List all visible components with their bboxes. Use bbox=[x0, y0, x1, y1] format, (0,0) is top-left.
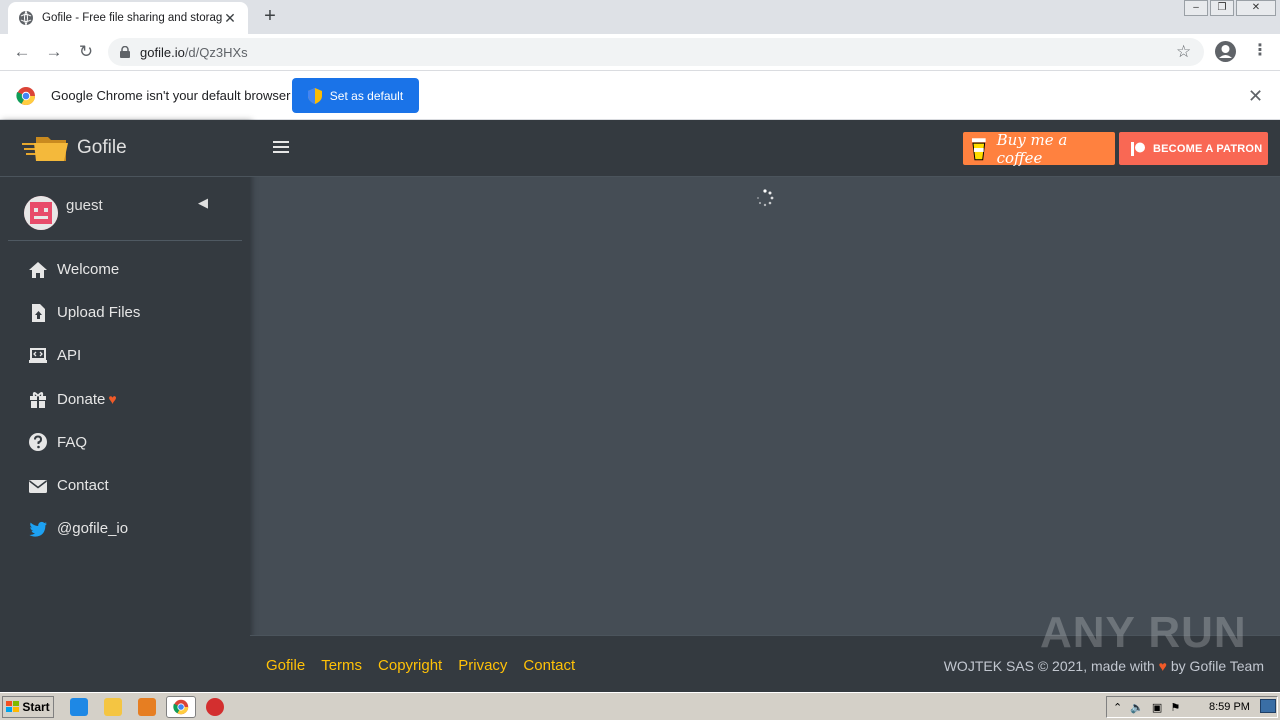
close-window-icon[interactable]: ✕ bbox=[1236, 0, 1276, 16]
loading-spinner-icon bbox=[757, 189, 774, 207]
network-icon[interactable]: ▣ bbox=[1152, 701, 1162, 714]
windows-logo-icon bbox=[6, 701, 20, 712]
address-bar[interactable]: gofile.io/d/Qz3HXs bbox=[108, 38, 1204, 66]
sidebar-item-label: FAQ bbox=[57, 433, 88, 451]
sidebar: Gofile guest ◀ Welcome Upload Files API bbox=[0, 120, 250, 692]
internet-explorer-icon[interactable] bbox=[70, 698, 88, 716]
username: guest bbox=[66, 197, 103, 214]
sidebar-item-api[interactable]: API bbox=[0, 334, 250, 377]
sidebar-item-twitter[interactable]: @gofile_io bbox=[0, 507, 250, 550]
sidebar-item-faq[interactable]: FAQ bbox=[0, 421, 250, 464]
footer-copyright: WOJTEK SAS © 2021, made with ♥ by Gofile… bbox=[944, 658, 1264, 674]
taskbar-clock: 8:59 PM bbox=[1209, 701, 1250, 713]
back-icon[interactable]: ← bbox=[12, 42, 32, 62]
set-default-button[interactable]: Set as default bbox=[292, 78, 419, 113]
laptop-code-icon bbox=[29, 347, 47, 363]
become-a-patron-button[interactable]: BECOME A PATRON bbox=[1119, 132, 1268, 165]
chrome-logo-icon bbox=[16, 87, 35, 106]
heart-icon: ♥ bbox=[1158, 658, 1167, 674]
window-controls: – ❐ ✕ bbox=[1182, 0, 1276, 18]
file-upload-icon bbox=[32, 303, 45, 322]
lock-icon bbox=[120, 46, 130, 58]
browser-toolbar: ← → ↻ gofile.io/d/Qz3HXs ☆ ⋮ bbox=[0, 34, 1280, 71]
footer-link-contact[interactable]: Contact bbox=[523, 657, 575, 674]
gofile-logo-icon bbox=[22, 137, 68, 161]
infobar-message: Google Chrome isn't your default browser bbox=[51, 88, 291, 103]
file-explorer-icon[interactable] bbox=[104, 698, 122, 716]
sidebar-item-label: Contact bbox=[57, 477, 109, 495]
tray-expand-icon[interactable]: ⌃ bbox=[1113, 701, 1122, 714]
minimize-icon[interactable]: – bbox=[1184, 0, 1208, 16]
anyrun-watermark: ANY RUN bbox=[1040, 608, 1247, 657]
hamburger-menu-icon[interactable] bbox=[273, 139, 289, 155]
footer-link-copyright[interactable]: Copyright bbox=[378, 657, 442, 674]
copyright-suffix: by Gofile Team bbox=[1170, 658, 1264, 674]
sidebar-nav: Welcome Upload Files API Donate ♥ FAQ Co… bbox=[0, 248, 250, 550]
flag-icon[interactable]: ⚑ bbox=[1170, 701, 1180, 714]
coffee-cup-icon bbox=[971, 137, 986, 160]
sidebar-item-upload[interactable]: Upload Files bbox=[0, 291, 250, 334]
copyright-prefix: WOJTEK SAS © 2021, made with bbox=[943, 658, 1155, 674]
sidebar-item-label: Donate bbox=[57, 390, 106, 408]
patreon-logo-icon bbox=[1131, 141, 1145, 156]
menu-kebab-icon[interactable]: ⋮ bbox=[1252, 40, 1268, 60]
url-path: /d/Qz3HXs bbox=[184, 44, 248, 60]
windows-taskbar: Start ⌃ 🔈 ▣ ⚑ 8:59 PM bbox=[0, 692, 1280, 720]
sidebar-item-welcome[interactable]: Welcome bbox=[0, 248, 250, 291]
browser-tabstrip: Gofile - Free file sharing and storage ✕… bbox=[0, 0, 1280, 34]
sidebar-item-donate[interactable]: Donate ♥ bbox=[0, 378, 250, 421]
gift-icon bbox=[30, 392, 46, 409]
buy-me-a-coffee-button[interactable]: Buy me a coffee bbox=[963, 130, 1115, 167]
collapse-chevron-icon[interactable]: ◀ bbox=[198, 195, 208, 211]
forward-icon[interactable]: → bbox=[44, 42, 64, 62]
set-default-label: Set as default bbox=[329, 88, 404, 103]
new-tab-icon[interactable]: + bbox=[260, 6, 280, 26]
sidebar-item-contact[interactable]: Contact bbox=[0, 464, 250, 507]
close-tab-icon[interactable]: ✕ bbox=[222, 10, 238, 27]
avatar[interactable] bbox=[24, 196, 58, 230]
home-icon bbox=[29, 261, 47, 278]
bookmark-star-icon[interactable]: ☆ bbox=[1176, 42, 1191, 62]
sidebar-item-label: Upload Files bbox=[57, 304, 141, 322]
become-a-patron-label: BECOME A PATRON bbox=[1153, 142, 1263, 155]
infobar-close-icon[interactable]: ✕ bbox=[1248, 86, 1263, 107]
start-label: Start bbox=[22, 700, 50, 714]
buy-me-a-coffee-label: Buy me a coffee bbox=[996, 130, 1068, 167]
main-content bbox=[250, 177, 1280, 635]
brand[interactable]: Gofile bbox=[0, 120, 250, 177]
question-circle-icon bbox=[29, 433, 47, 452]
gofile-app: Gofile guest ◀ Welcome Upload Files API bbox=[0, 120, 1280, 692]
footer-link-privacy[interactable]: Privacy bbox=[458, 657, 507, 674]
start-button[interactable]: Start bbox=[2, 696, 54, 718]
sidebar-item-label: API bbox=[57, 347, 82, 365]
brand-name: Gofile bbox=[77, 137, 127, 158]
media-player-icon[interactable] bbox=[138, 698, 156, 716]
system-tray: ⌃ 🔈 ▣ ⚑ bbox=[1106, 696, 1278, 718]
footer-link-gofile[interactable]: Gofile bbox=[266, 657, 305, 674]
default-browser-infobar: Google Chrome isn't your default browser… bbox=[0, 72, 1280, 120]
user-panel: guest ◀ bbox=[8, 177, 242, 241]
twitter-icon bbox=[29, 521, 47, 537]
heart-icon: ♥ bbox=[108, 391, 117, 408]
show-desktop-icon[interactable] bbox=[1260, 699, 1276, 713]
url-host: gofile.io bbox=[140, 44, 185, 60]
top-navbar: Buy me a coffee BECOME A PATRON bbox=[250, 120, 1280, 177]
chrome-taskbar-icon[interactable] bbox=[166, 696, 196, 718]
reload-icon[interactable]: ↻ bbox=[76, 42, 96, 62]
globe-icon bbox=[19, 10, 33, 26]
volume-icon[interactable]: 🔈 bbox=[1130, 701, 1144, 714]
stop-icon[interactable] bbox=[206, 698, 224, 716]
uac-shield-icon bbox=[307, 87, 322, 104]
sidebar-item-label: @gofile_io bbox=[57, 520, 129, 538]
footer-link-terms[interactable]: Terms bbox=[321, 657, 362, 674]
envelope-icon bbox=[29, 479, 47, 493]
tab-title: Gofile - Free file sharing and storage bbox=[42, 12, 222, 24]
profile-avatar-icon[interactable] bbox=[1215, 41, 1236, 62]
sidebar-item-label: Welcome bbox=[57, 261, 120, 279]
browser-tab[interactable]: Gofile - Free file sharing and storage ✕ bbox=[8, 2, 248, 34]
restore-icon[interactable]: ❐ bbox=[1210, 0, 1234, 16]
footer-links: Gofile Terms Copyright Privacy Contact bbox=[266, 657, 591, 674]
